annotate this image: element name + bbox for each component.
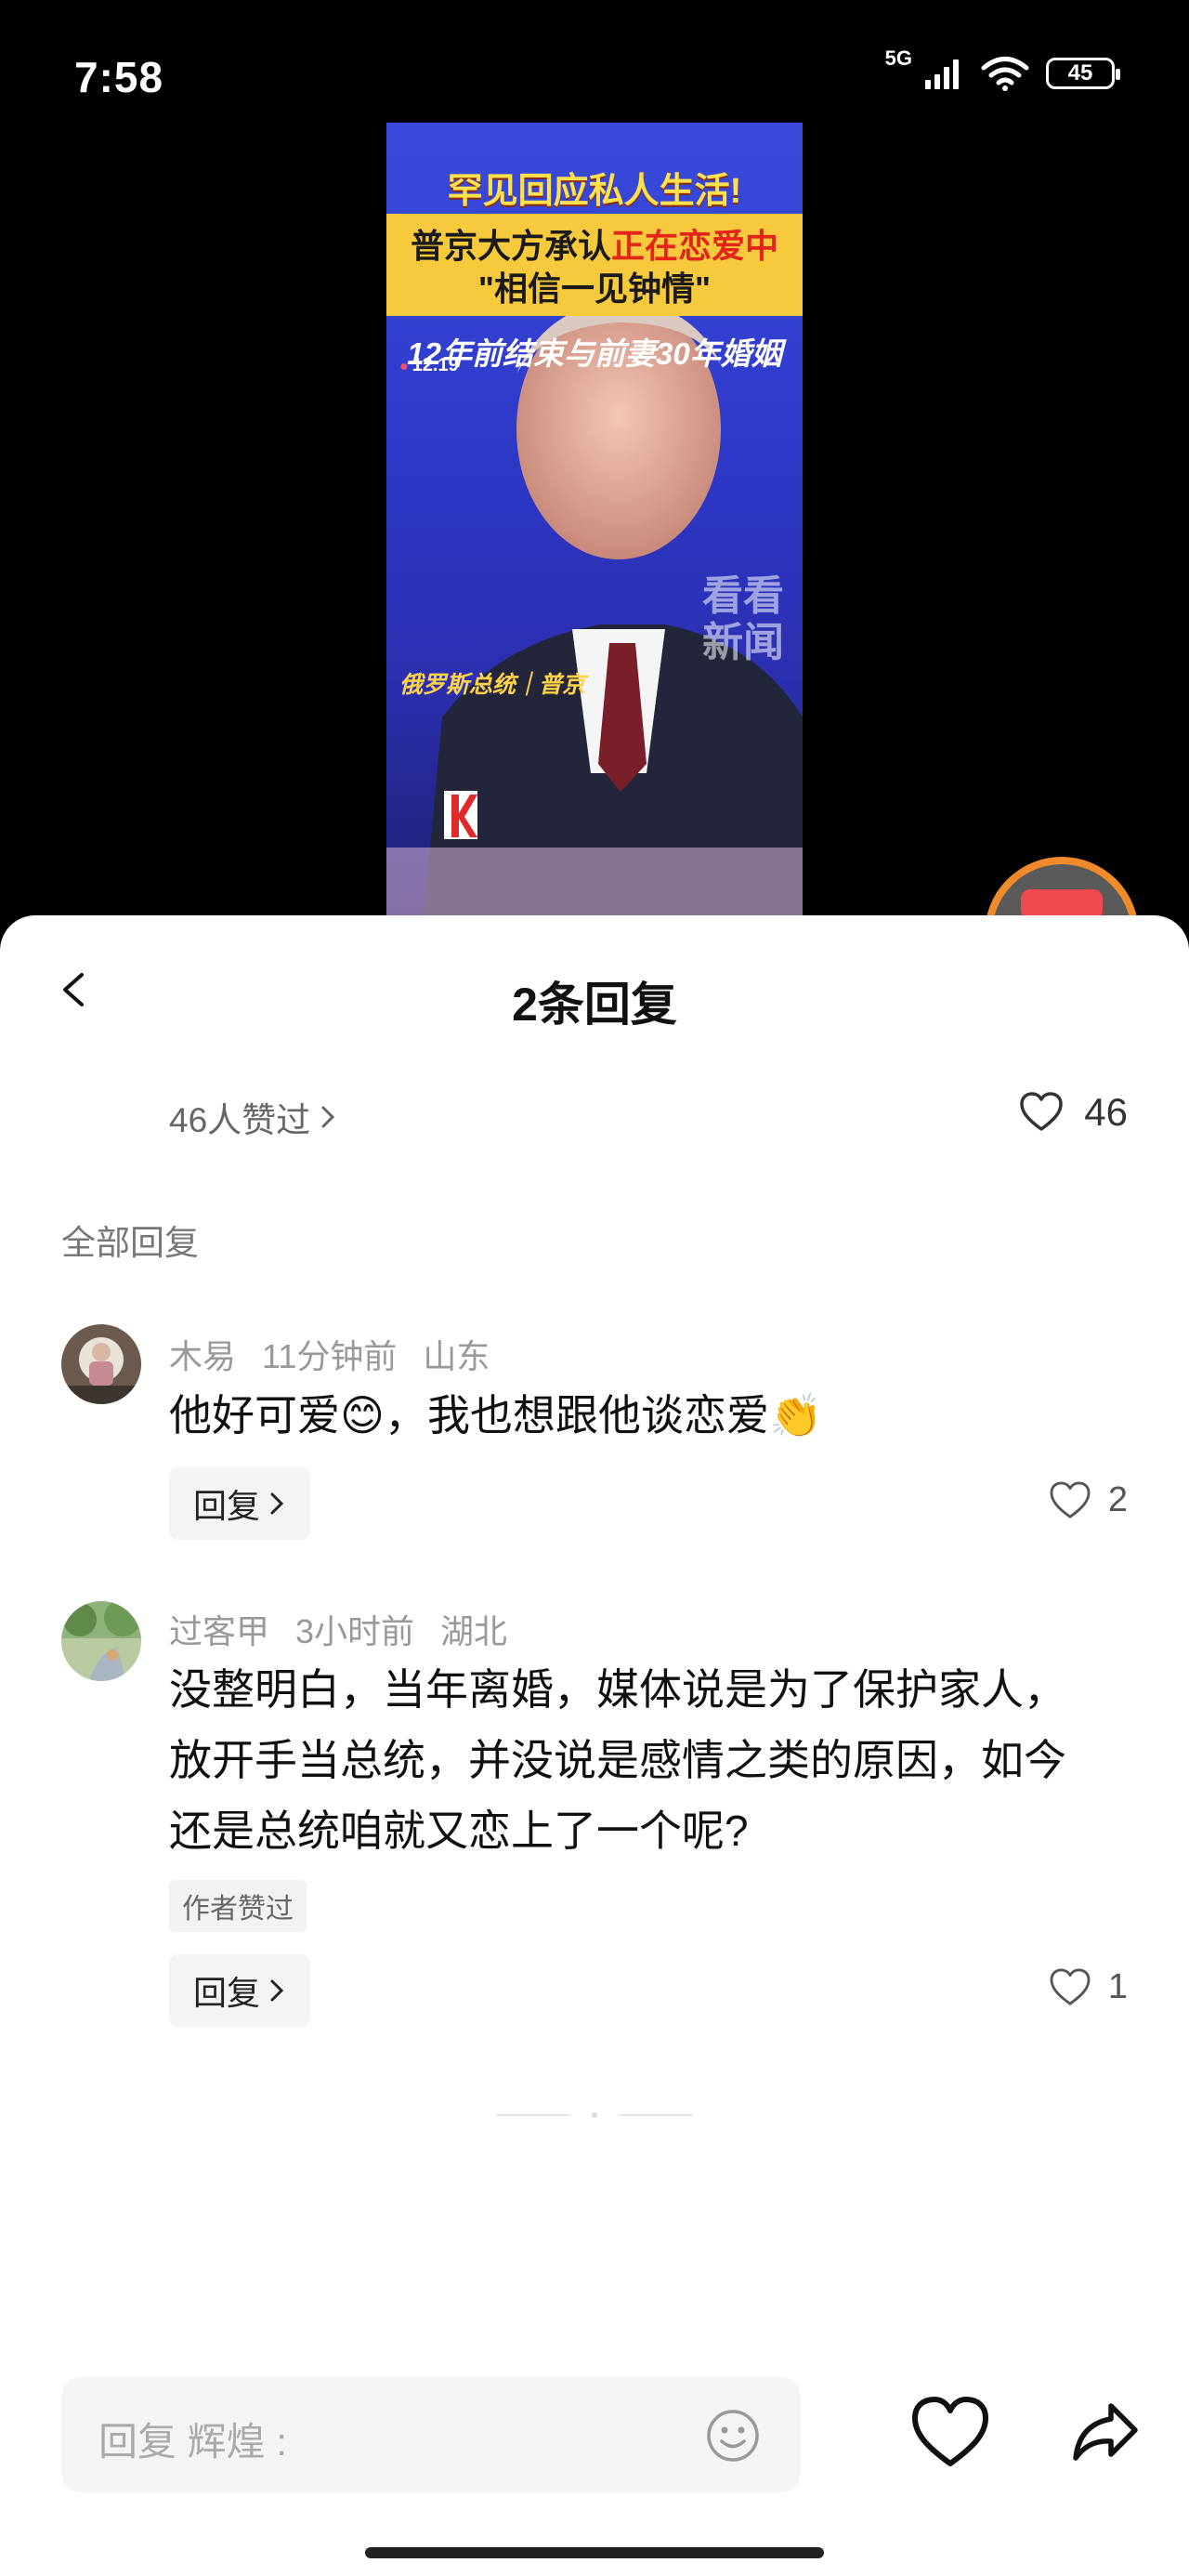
video-watermark: 看看 新闻	[702, 573, 784, 666]
comment-time: 3小时前	[295, 1612, 415, 1650]
video-date: 12.19	[399, 355, 459, 376]
video-player[interactable]: 罕见回应私人生活! 普京大方承认正在恋爱中 "相信一见钟情" 12年前结束与前妻…	[386, 123, 803, 917]
chevron-right-icon	[270, 1979, 284, 2002]
video-band-line1-a: 普京大方承认	[410, 227, 611, 265]
avatar-image	[61, 1324, 141, 1404]
author-liked-badge: 作者赞过	[169, 1880, 307, 1932]
video-name-caption: 俄罗斯总统｜普京	[399, 672, 586, 698]
watermark-line2: 新闻	[702, 620, 784, 665]
comment-like-button[interactable]: 1	[1049, 1967, 1128, 2007]
comment-text: 他好可爱😊，我也想跟他谈恋爱👏	[169, 1391, 823, 1439]
clock: 7:58	[74, 53, 164, 101]
heart-icon	[1050, 1967, 1091, 2005]
likers-text: 46人赞过	[169, 1101, 311, 1139]
like-count: 46	[1084, 1090, 1128, 1134]
comment-author[interactable]: 过客甲	[169, 1612, 269, 1650]
reply-button[interactable]: 回复	[169, 1954, 311, 2027]
reply-input[interactable]: 回复 辉煌 :	[61, 2377, 801, 2492]
battery-icon: 45	[1046, 58, 1120, 89]
comment-time: 11分钟前	[262, 1337, 398, 1375]
watermark-line1: 看看	[702, 573, 784, 619]
comment-like-count: 1	[1107, 1967, 1128, 2006]
chevron-right-icon	[270, 1492, 284, 1515]
comment-like-button[interactable]: 2	[1049, 1480, 1128, 1520]
comment-location: 山东	[423, 1337, 490, 1375]
home-indicator	[365, 2547, 824, 2558]
video-headline: 罕见回应私人生活!	[447, 172, 742, 211]
channel-logo-icon	[444, 791, 477, 839]
likers-link[interactable]: 46人赞过	[169, 1092, 338, 1142]
avatar[interactable]	[61, 1324, 141, 1404]
share-icon[interactable]	[1070, 2397, 1141, 2467]
section-label: 全部回复	[61, 1224, 199, 1262]
main-like-button[interactable]: 46	[1019, 1090, 1128, 1135]
status-icons: 5G 45	[885, 46, 1120, 91]
wifi-icon	[981, 57, 1029, 91]
video-band-line1: 普京大方承认正在恋爱中	[386, 219, 803, 268]
heart-icon	[1020, 1092, 1064, 1131]
comment-author[interactable]: 木易	[169, 1337, 236, 1375]
avatar[interactable]	[61, 1601, 141, 1681]
comment-like-count: 2	[1107, 1480, 1128, 1519]
heart-icon[interactable]	[910, 2395, 990, 2469]
reply-label: 回复	[193, 1974, 261, 2012]
signal-icon	[925, 59, 959, 89]
end-divider	[497, 2112, 692, 2118]
reply-input-placeholder: 回复 辉煌 :	[98, 2420, 288, 2464]
network-type: 5G	[884, 46, 912, 70]
comment-text: 没整明白，当年离婚，媒体说是为了保护家人，放开手当总统，并没说是感情之类的原因，…	[169, 1665, 1066, 1855]
video-band-line2: "相信一见钟情"	[477, 269, 712, 308]
replies-sheet: 2条回复 46人赞过 46 全部回复 木易 11分钟前 山东 他好可爱😊，我也想跟他…	[0, 915, 1189, 2576]
comment-meta: 过客甲 3小时前 湖北	[169, 1605, 533, 1653]
avatar-image	[61, 1601, 141, 1681]
reply-label: 回复	[193, 1487, 261, 1525]
video-band-line1-b: 正在恋爱中	[611, 227, 779, 265]
emoji-icon[interactable]	[706, 2409, 760, 2463]
heart-icon	[1050, 1480, 1091, 1518]
comment-meta: 木易 11分钟前 山东	[169, 1330, 516, 1378]
reply-button[interactable]: 回复	[169, 1467, 311, 1540]
chevron-right-icon	[321, 1106, 335, 1128]
battery-level: 45	[1067, 60, 1093, 85]
sheet-title: 2条回复	[512, 979, 677, 1031]
comment-location: 湖北	[440, 1612, 508, 1650]
